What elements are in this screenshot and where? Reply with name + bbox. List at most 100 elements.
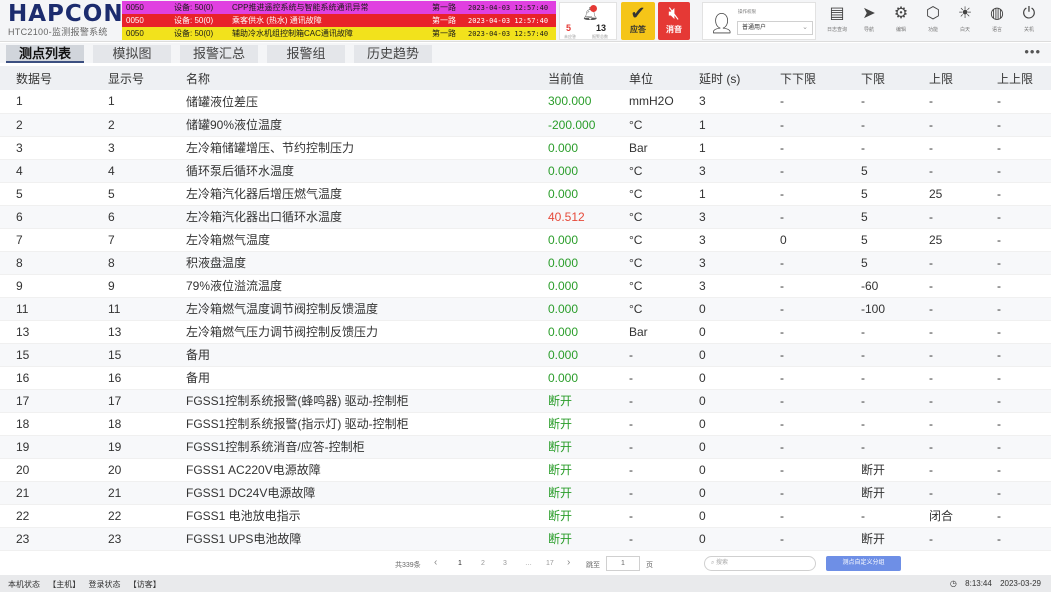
table-row[interactable]: 19 19 FGSS1控制系统消音/应答-控制柜 断开 -0- - - -: [0, 435, 1051, 459]
tool-button[interactable]: ➤ 导航: [853, 2, 885, 40]
alarm-id: 0050: [126, 29, 144, 38]
tool-button[interactable]: ⏻ 关机: [1013, 2, 1045, 40]
page-number[interactable]: …: [525, 560, 532, 567]
table-row[interactable]: 17 17 FGSS1控制系统报警(蜂鸣器) 驱动-控制柜 断开 -0- - - -: [0, 389, 1051, 413]
table-row[interactable]: 3 3 左冷箱储罐增压、节约控制压力 0.000 Bar 1- - - -: [0, 136, 1051, 160]
total-label: 报警总数: [592, 34, 608, 39]
tab-item[interactable]: 报警组: [267, 45, 345, 63]
table-cell: -: [997, 136, 1051, 160]
alarm-row[interactable]: 0050 设备: 50(0) CPP推进遥控系统与智能系统通讯异常 第一路 2023-0…: [122, 1, 556, 14]
table-row[interactable]: 16 16 备用 0.000-0- - - -: [0, 366, 1051, 390]
table-cell: 0: [699, 343, 780, 367]
table-cell: 3: [0, 136, 108, 160]
column-header[interactable]: 当前值: [548, 66, 629, 90]
current-value: 断开: [548, 389, 629, 413]
alarm-row[interactable]: 0050 设备: 50(0) 辅助冷水机组控制箱CAC通讯故障 第一路 2023-04-…: [122, 27, 556, 40]
column-header[interactable]: 数据号: [0, 66, 108, 90]
current-value: 0.000: [548, 320, 629, 344]
column-header[interactable]: 单位: [629, 66, 699, 90]
table-cell: 断开: [861, 481, 929, 505]
chevron-left-icon[interactable]: ‹: [434, 557, 437, 568]
goto-label: 跳至: [586, 562, 600, 569]
table-row[interactable]: 23 23 FGSS1 UPS电池故障 断开 -0- 断开 - -: [0, 527, 1051, 551]
table-cell: 0: [699, 366, 780, 390]
table-cell: -: [780, 251, 861, 275]
table-cell: °C: [629, 274, 699, 298]
current-value: 0.000: [548, 228, 629, 252]
table-cell: Bar: [629, 136, 699, 160]
column-header[interactable]: 显示号: [108, 66, 186, 90]
table-cell: FGSS1 AC220V电源故障: [186, 458, 548, 482]
search-input[interactable]: ⌕ 搜索: [704, 556, 816, 571]
permission-select[interactable]: 普通用户 ⌄: [737, 21, 813, 35]
current-value: 断开: [548, 458, 629, 482]
column-header[interactable]: 上上限: [997, 66, 1051, 90]
page-number[interactable]: 17: [546, 560, 554, 567]
table-row[interactable]: 5 5 左冷箱汽化器后增压燃气温度 0.000 °C 1-5 25-: [0, 182, 1051, 206]
tool-button[interactable]: ⚙ 编辑: [885, 2, 917, 40]
table-cell: 1: [699, 182, 780, 206]
table-cell: -: [861, 320, 929, 344]
column-header[interactable]: 延时 (s): [699, 66, 780, 90]
column-header[interactable]: 下下限: [780, 66, 861, 90]
current-value: 0.000: [548, 159, 629, 183]
table-cell: °C: [629, 251, 699, 275]
alarm-route: 第一路: [432, 16, 456, 25]
table-row[interactable]: 21 21 FGSS1 DC24V电源故障 断开 -0- 断开 - -: [0, 481, 1051, 505]
page-number[interactable]: 2: [481, 560, 485, 567]
table-cell: -: [929, 481, 997, 505]
tab-item[interactable]: 测点列表: [6, 45, 84, 63]
column-header[interactable]: 下限: [861, 66, 929, 90]
table-row[interactable]: 1 1 储罐液位差压 300.000 mmH2O 3- - - -: [0, 90, 1051, 114]
table-cell: -: [861, 412, 929, 436]
table-row[interactable]: 9 9 79%液位溢流温度 0.000 °C 3- -60- -: [0, 274, 1051, 298]
table-row[interactable]: 2 2 储罐90%液位温度 -200.000 °C 1- - - -: [0, 113, 1051, 137]
table-row[interactable]: 18 18 FGSS1控制系统报警(指示灯) 驱动-控制柜 断开 -0- - - -: [0, 412, 1051, 436]
table-cell: 5: [861, 159, 929, 183]
page-number[interactable]: 1: [458, 560, 462, 567]
tool-button[interactable]: ◍ 语言: [981, 2, 1013, 40]
goto-page-input[interactable]: 1: [606, 556, 640, 571]
tool-label: 白天: [959, 27, 970, 33]
alarm-counter[interactable]: 🔔︎ 5 13 未应答 报警总数: [559, 2, 617, 40]
more-icon[interactable]: •••: [1024, 44, 1041, 59]
table-row[interactable]: 8 8 积液盘温度 0.000 °C 3-5- -: [0, 251, 1051, 275]
tool-label: 功能: [927, 27, 938, 33]
table-cell: -: [997, 366, 1051, 390]
page-number[interactable]: 3: [503, 560, 507, 567]
tool-button[interactable]: ▤ 日志查询: [821, 2, 853, 40]
alarm-row[interactable]: 0050 设备: 50(0) 乘客供水 (热水) 通讯故障 第一路 2023-04-03…: [122, 14, 556, 27]
chevron-right-icon[interactable]: ›: [567, 557, 570, 568]
table-cell: Bar: [629, 320, 699, 344]
table-cell: -: [780, 412, 861, 436]
table-cell: -: [780, 343, 861, 367]
table-row[interactable]: 11 11 左冷箱燃气温度调节阀控制反馈温度 0.000 °C 0- -100- -: [0, 297, 1051, 321]
table-cell: -: [780, 274, 861, 298]
table-cell: 3: [699, 251, 780, 275]
alarm-message: 乘客供水 (热水) 通讯故障: [232, 16, 322, 25]
column-header[interactable]: 上限: [929, 66, 997, 90]
table-row[interactable]: 22 22 FGSS1 电池放电指示 断开 -0- - 闭合 -: [0, 504, 1051, 528]
table-row[interactable]: 7 7 左冷箱燃气温度 0.000 °C 3 0 5 25-: [0, 228, 1051, 252]
tab-item[interactable]: 模拟图: [93, 45, 171, 63]
table-cell: -: [861, 136, 929, 160]
table-row[interactable]: 4 4 循环泵后循环水温度 0.000 °C 3-5- -: [0, 159, 1051, 183]
table-row[interactable]: 15 15 备用 0.000-0- - - -: [0, 343, 1051, 367]
table-cell: 5: [0, 182, 108, 206]
tab-item[interactable]: 历史趋势: [354, 45, 432, 63]
tool-button[interactable]: ⬡ 功能: [917, 2, 949, 40]
table-cell: 9: [108, 274, 186, 298]
table-row[interactable]: 20 20 FGSS1 AC220V电源故障 断开 -0- 断开 - -: [0, 458, 1051, 482]
alarm-ticker[interactable]: 0050 设备: 50(0) CPP推进遥控系统与智能系统通讯异常 第一路 2023-0…: [122, 1, 556, 41]
custom-group-button[interactable]: 测点自定义分组: [826, 556, 901, 571]
acknowledge-button[interactable]: ✔ 应答: [621, 2, 655, 40]
table-row[interactable]: 6 6 左冷箱汽化器出口循环水温度 40.512 °C 3-5- -: [0, 205, 1051, 229]
table-cell: 闭合: [929, 504, 997, 528]
column-header[interactable]: 名称: [186, 66, 548, 90]
current-value: 0.000: [548, 136, 629, 160]
mute-button[interactable]: 🔇︎ 消音: [658, 2, 690, 40]
table-row[interactable]: 13 13 左冷箱燃气压力调节阀控制反馈压力 0.000 Bar 0- - - -: [0, 320, 1051, 344]
tool-button[interactable]: ☀ 白天: [949, 2, 981, 40]
tab-item[interactable]: 报警汇总: [180, 45, 258, 63]
user-icon: 👤︎: [709, 13, 735, 35]
